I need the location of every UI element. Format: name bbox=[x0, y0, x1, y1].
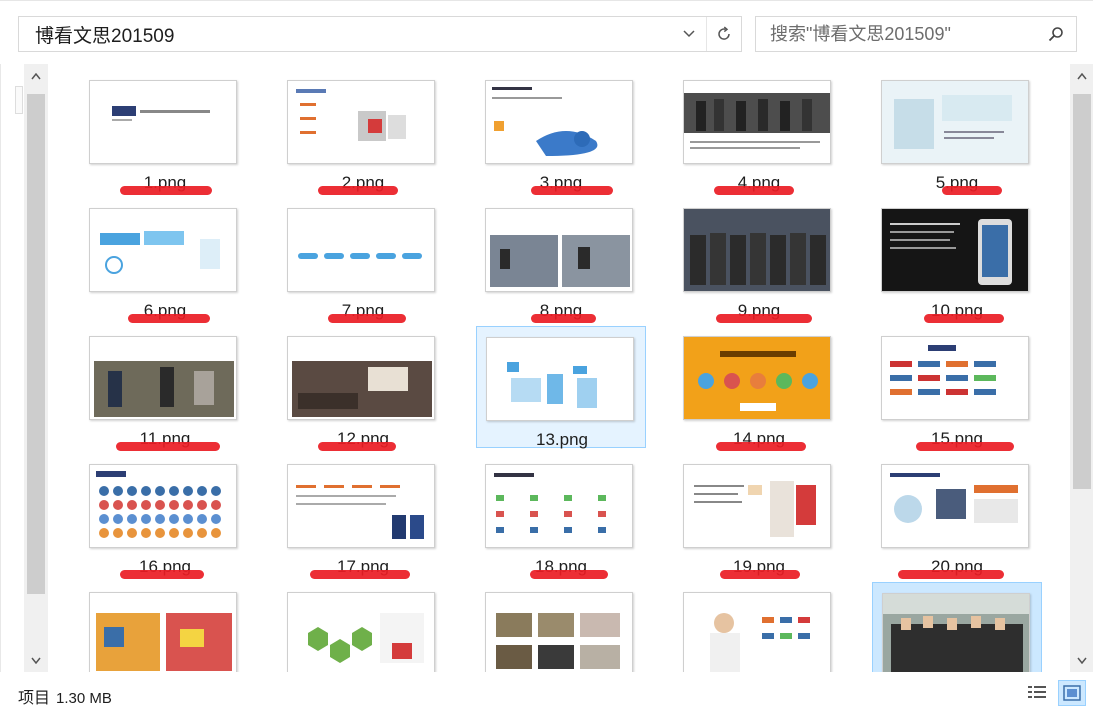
file-thumbnail bbox=[881, 464, 1029, 548]
red-underline-annotation bbox=[531, 186, 613, 195]
red-underline-annotation bbox=[530, 570, 608, 579]
file-tile[interactable]: 15.png bbox=[872, 326, 1042, 451]
file-tile[interactable]: 16.png bbox=[80, 454, 250, 579]
file-tile[interactable]: 17.png bbox=[278, 454, 448, 579]
red-underline-annotation bbox=[916, 442, 1014, 451]
status-bar: 项目 1.30 MB bbox=[0, 676, 1093, 711]
file-thumbnail bbox=[287, 464, 435, 548]
navigation-pane-edge bbox=[0, 64, 24, 672]
file-tile[interactable] bbox=[278, 582, 448, 672]
red-underline-annotation bbox=[714, 186, 794, 195]
left-scrollbar[interactable] bbox=[24, 64, 48, 672]
file-tile-selected[interactable] bbox=[872, 582, 1042, 672]
scrollbar-thumb[interactable] bbox=[1073, 94, 1091, 489]
search-box[interactable] bbox=[755, 16, 1077, 52]
scroll-up-arrow-icon[interactable] bbox=[24, 64, 48, 88]
file-tile[interactable]: 2.png bbox=[278, 70, 448, 195]
file-thumbnail bbox=[881, 80, 1029, 164]
nav-pane-handle[interactable] bbox=[15, 86, 23, 114]
file-thumbnail bbox=[485, 592, 633, 672]
file-tile[interactable]: 6.png bbox=[80, 198, 250, 323]
file-thumbnail bbox=[882, 593, 1030, 672]
status-text: 项目 1.30 MB bbox=[18, 684, 112, 708]
scroll-down-arrow-icon[interactable] bbox=[1070, 648, 1093, 672]
red-underline-annotation bbox=[531, 314, 596, 323]
file-thumbnail bbox=[486, 337, 634, 421]
file-tile[interactable]: 1.png bbox=[80, 70, 250, 195]
scroll-up-arrow-icon[interactable] bbox=[1070, 64, 1093, 88]
scrollbar-thumb[interactable] bbox=[27, 94, 45, 594]
red-underline-annotation bbox=[120, 186, 212, 195]
file-thumbnail bbox=[485, 464, 633, 548]
file-thumbnail bbox=[89, 208, 237, 292]
file-thumbnail bbox=[287, 80, 435, 164]
file-tile[interactable]: 3.png bbox=[476, 70, 646, 195]
red-underline-annotation bbox=[318, 186, 398, 195]
file-thumbnail bbox=[89, 336, 237, 420]
red-underline-annotation bbox=[898, 570, 1004, 579]
red-underline-annotation bbox=[924, 314, 1004, 323]
red-underline-annotation bbox=[328, 314, 406, 323]
file-thumbnail bbox=[89, 592, 237, 672]
red-underline-annotation bbox=[310, 570, 410, 579]
file-tile[interactable]: 12.png bbox=[278, 326, 448, 451]
file-thumbnail bbox=[89, 80, 237, 164]
file-thumbnail bbox=[485, 80, 633, 164]
search-icon[interactable] bbox=[1036, 17, 1076, 51]
red-underline-annotation bbox=[120, 570, 204, 579]
details-view-icon[interactable] bbox=[1026, 682, 1048, 704]
file-tile[interactable]: 10.png bbox=[872, 198, 1042, 323]
file-thumbnail bbox=[881, 336, 1029, 420]
file-tile[interactable] bbox=[476, 582, 646, 672]
red-underline-annotation bbox=[116, 442, 220, 451]
file-thumbnail bbox=[683, 208, 831, 292]
file-tile[interactable]: 20.png bbox=[872, 454, 1042, 579]
red-underline-annotation bbox=[716, 314, 812, 323]
chevron-down-icon[interactable] bbox=[672, 17, 706, 51]
file-name: 13.png bbox=[536, 430, 588, 449]
file-tile[interactable]: 11.png bbox=[80, 326, 250, 451]
file-thumbnail bbox=[89, 464, 237, 548]
file-thumbnail bbox=[683, 464, 831, 548]
address-path[interactable]: 博看文思201509 bbox=[19, 21, 672, 48]
file-tile[interactable]: 4.png bbox=[674, 70, 844, 195]
large-icons-view-icon[interactable] bbox=[1058, 680, 1086, 706]
file-tile[interactable] bbox=[674, 582, 844, 672]
file-thumbnail bbox=[683, 592, 831, 672]
status-label: 项目 bbox=[18, 690, 51, 707]
file-thumbnail bbox=[881, 208, 1029, 292]
file-tile[interactable]: 18.png bbox=[476, 454, 646, 579]
file-grid: 1.png 2.png 3.png 4.png 5.png 6.png 7.pn… bbox=[80, 70, 1050, 672]
file-thumbnail bbox=[485, 208, 633, 292]
file-thumbnail bbox=[287, 592, 435, 672]
red-underline-annotation bbox=[716, 442, 806, 451]
search-input[interactable] bbox=[756, 23, 1036, 45]
file-tile[interactable]: 5.png bbox=[872, 70, 1042, 195]
refresh-icon[interactable] bbox=[707, 17, 741, 51]
top-divider bbox=[0, 0, 1093, 1]
file-tile[interactable] bbox=[80, 582, 250, 672]
red-underline-annotation bbox=[318, 442, 396, 451]
red-underline-annotation bbox=[720, 570, 800, 579]
file-tile[interactable]: 14.png bbox=[674, 326, 844, 451]
file-thumbnail bbox=[683, 80, 831, 164]
file-thumbnail bbox=[287, 208, 435, 292]
file-tile-selected[interactable]: 13.png bbox=[476, 326, 646, 449]
scroll-down-arrow-icon[interactable] bbox=[24, 648, 48, 672]
file-thumbnail bbox=[683, 336, 831, 420]
file-tile[interactable]: 7.png bbox=[278, 198, 448, 323]
file-tile[interactable]: 9.png bbox=[674, 198, 844, 323]
red-underline-annotation bbox=[942, 186, 1002, 195]
file-thumbnail bbox=[287, 336, 435, 420]
right-scrollbar[interactable] bbox=[1070, 64, 1093, 672]
red-underline-annotation bbox=[128, 314, 210, 323]
address-bar[interactable]: 博看文思201509 bbox=[18, 16, 742, 52]
status-size: 1.30 MB bbox=[56, 690, 112, 707]
file-tile[interactable]: 19.png bbox=[674, 454, 844, 579]
file-tile[interactable]: 8.png bbox=[476, 198, 646, 323]
